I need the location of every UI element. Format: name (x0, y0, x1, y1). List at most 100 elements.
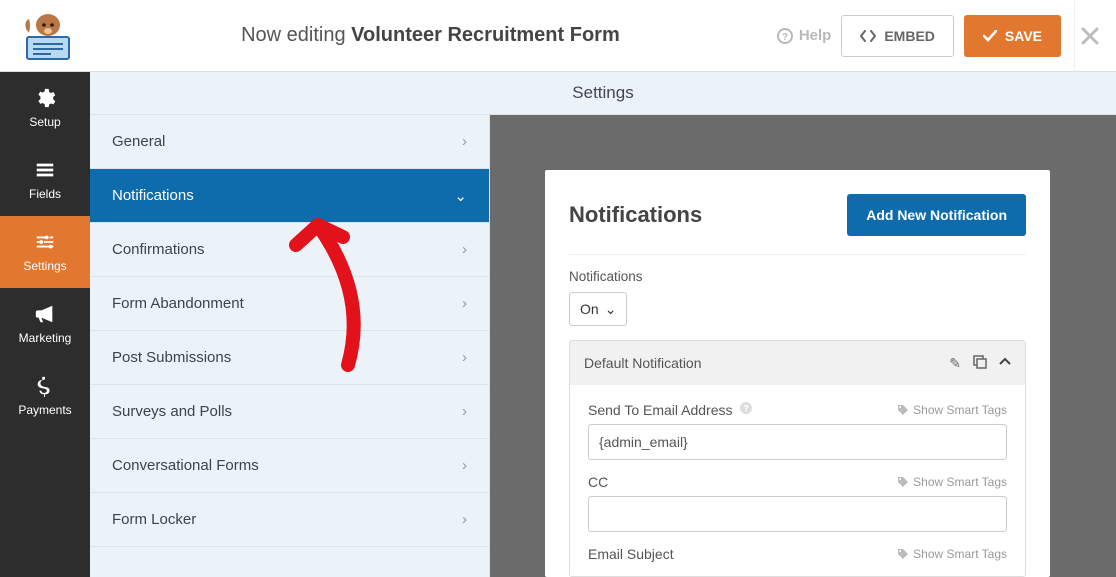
settings-item-conversational[interactable]: Conversational Forms › (90, 439, 489, 493)
subject-label: Email Subject (588, 546, 674, 562)
smart-tags-label: Show Smart Tags (913, 547, 1007, 561)
nav-setup-label: Setup (29, 115, 60, 129)
chevron-right-icon: › (462, 133, 467, 150)
copy-icon[interactable] (973, 355, 987, 372)
settings-item-label: Conversational Forms (112, 457, 259, 474)
settings-item-label: Confirmations (112, 241, 205, 258)
show-smart-tags[interactable]: Show Smart Tags (897, 547, 1007, 561)
embed-label: EMBED (884, 28, 935, 44)
settings-item-confirmations[interactable]: Confirmations › (90, 223, 489, 277)
nav-marketing[interactable]: Marketing (0, 288, 90, 360)
card-header: Notifications Add New Notification (569, 194, 1026, 255)
panel-title: Settings (90, 72, 1116, 115)
chevron-right-icon: › (462, 349, 467, 366)
close-icon (1081, 27, 1099, 45)
gear-icon (34, 87, 56, 109)
notification-block-header: Default Notification ✎ (570, 341, 1025, 385)
panel: Settings General › Notifications ⌄ Confi… (90, 72, 1116, 577)
send-to-input[interactable] (588, 424, 1007, 460)
enable-notifications-select[interactable]: On ⌄ (569, 292, 627, 326)
show-smart-tags[interactable]: Show Smart Tags (897, 475, 1007, 489)
nav-fields[interactable]: Fields (0, 144, 90, 216)
embed-icon (860, 30, 876, 42)
send-to-row: Send To Email Address ? Show Smart Tags (588, 401, 1007, 460)
list-icon (34, 159, 56, 181)
page-title: Notifications (569, 202, 702, 228)
sidenav: Setup Fields Settings Marketing Payments (0, 72, 90, 577)
settings-item-label: Form Locker (112, 511, 196, 528)
nav-settings-label: Settings (23, 259, 66, 273)
svg-text:?: ? (743, 404, 749, 414)
save-label: SAVE (1005, 28, 1042, 44)
send-to-label: Send To Email Address ? (588, 401, 753, 418)
smart-tags-label: Show Smart Tags (913, 475, 1007, 489)
embed-button[interactable]: EMBED (841, 15, 954, 57)
select-value: On (580, 301, 599, 317)
settings-item-label: Form Abandonment (112, 295, 244, 312)
show-smart-tags[interactable]: Show Smart Tags (897, 403, 1007, 417)
enable-notifications-label: Notifications (569, 269, 1026, 284)
chevron-down-icon: ⌄ (454, 187, 467, 205)
enable-notifications-group: Notifications On ⌄ (569, 269, 1026, 326)
top-actions: ? Help EMBED SAVE (777, 15, 1061, 57)
notifications-card: Notifications Add New Notification Notif… (545, 170, 1050, 577)
panel-body: General › Notifications ⌄ Confirmations … (90, 115, 1116, 577)
bullhorn-icon (34, 303, 56, 325)
save-button[interactable]: SAVE (964, 15, 1061, 57)
chevron-right-icon: › (462, 511, 467, 528)
tag-icon (897, 548, 909, 560)
help-icon: ? (777, 28, 793, 44)
tag-icon (897, 404, 909, 416)
chevron-right-icon: › (462, 457, 467, 474)
settings-item-form-locker[interactable]: Form Locker › (90, 493, 489, 547)
sliders-icon (34, 231, 56, 253)
editing-title: Now editing Volunteer Recruitment Form (84, 24, 777, 47)
edit-icon[interactable]: ✎ (949, 355, 961, 372)
check-icon (983, 30, 997, 42)
cc-input[interactable] (588, 496, 1007, 532)
cc-row: CC Show Smart Tags (588, 474, 1007, 532)
nav-settings[interactable]: Settings (0, 216, 90, 288)
cc-label: CC (588, 474, 608, 490)
collapse-icon[interactable] (999, 355, 1011, 372)
help-button[interactable]: ? Help (777, 27, 832, 44)
help-label: Help (799, 27, 832, 44)
add-notification-label: Add New Notification (866, 207, 1007, 223)
settings-item-label: General (112, 133, 165, 150)
settings-item-label: Notifications (112, 187, 194, 204)
chevron-right-icon: › (462, 403, 467, 420)
settings-item-general[interactable]: General › (90, 115, 489, 169)
settings-list: General › Notifications ⌄ Confirmations … (90, 115, 490, 577)
nav-setup[interactable]: Setup (0, 72, 90, 144)
help-icon[interactable]: ? (739, 401, 753, 418)
notification-block: Default Notification ✎ (569, 340, 1026, 577)
content-area: Notifications Add New Notification Notif… (490, 115, 1116, 577)
tag-icon (897, 476, 909, 488)
send-to-label-text: Send To Email Address (588, 402, 733, 418)
notification-block-title: Default Notification (584, 355, 702, 371)
svg-text:?: ? (782, 32, 788, 43)
settings-item-surveys-polls[interactable]: Surveys and Polls › (90, 385, 489, 439)
editing-prefix: Now editing (241, 24, 346, 46)
subject-row: Email Subject Show Smart Tags (588, 546, 1007, 562)
add-notification-button[interactable]: Add New Notification (847, 194, 1026, 236)
nav-payments[interactable]: Payments (0, 360, 90, 432)
close-button[interactable] (1074, 0, 1104, 72)
topbar: Now editing Volunteer Recruitment Form ?… (0, 0, 1116, 72)
settings-item-form-abandonment[interactable]: Form Abandonment › (90, 277, 489, 331)
settings-item-notifications[interactable]: Notifications ⌄ (90, 169, 489, 223)
main: Setup Fields Settings Marketing Payments… (0, 72, 1116, 577)
settings-item-label: Post Submissions (112, 349, 231, 366)
wpforms-logo-icon (21, 11, 75, 61)
notification-tools: ✎ (949, 355, 1011, 372)
form-name: Volunteer Recruitment Form (351, 24, 620, 46)
chevron-down-icon: ⌄ (605, 301, 617, 318)
settings-item-label: Surveys and Polls (112, 403, 232, 420)
dollar-icon (34, 375, 56, 397)
notification-block-body: Send To Email Address ? Show Smart Tags (570, 385, 1025, 562)
smart-tags-label: Show Smart Tags (913, 403, 1007, 417)
chevron-right-icon: › (462, 241, 467, 258)
nav-fields-label: Fields (29, 187, 61, 201)
chevron-right-icon: › (462, 295, 467, 312)
settings-item-post-submissions[interactable]: Post Submissions › (90, 331, 489, 385)
